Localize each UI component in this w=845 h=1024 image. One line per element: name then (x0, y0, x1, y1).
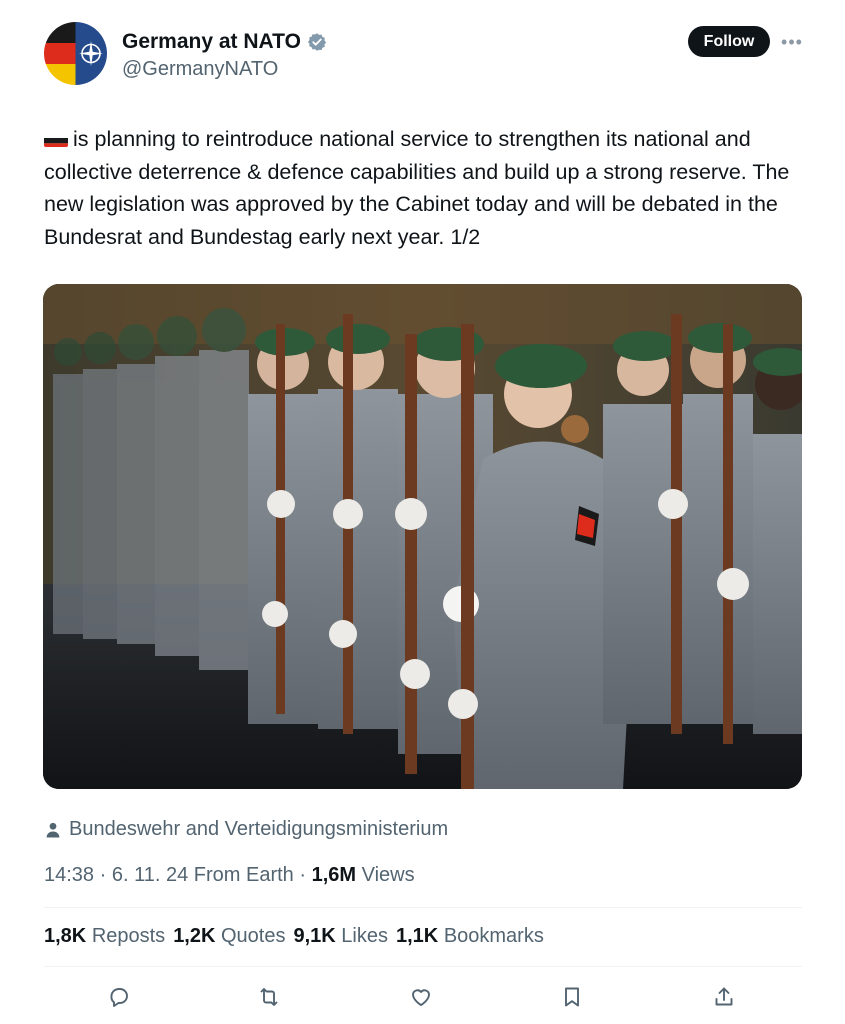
tweet-source: From Earth (193, 864, 294, 886)
tweet-text: is planning to reintroduce national serv… (44, 123, 804, 253)
author-name[interactable]: Germany at NATO (122, 30, 301, 54)
divider (44, 966, 802, 967)
quotes-label: Quotes (221, 925, 286, 947)
views-label: Views (361, 864, 415, 886)
like-icon[interactable] (406, 982, 436, 1012)
person-icon (46, 822, 60, 837)
share-icon[interactable] (709, 982, 739, 1012)
meta-separator: · (299, 864, 312, 886)
bookmark-icon[interactable] (557, 982, 587, 1012)
follow-button[interactable]: Follow (688, 26, 770, 57)
reposts-stat[interactable]: 1,8K Reposts (44, 925, 165, 948)
tweet-date[interactable]: 6. 11. 24 (112, 864, 188, 886)
tagged-label: Bundeswehr and Verteidigungsministerium (69, 818, 449, 840)
action-bar (44, 982, 802, 1012)
bookmarks-label: Bookmarks (443, 925, 544, 947)
reposts-label: Reposts (91, 925, 166, 947)
tweet-header: Germany at NATO @GermanyNATO Follow ••• (44, 22, 804, 86)
reply-icon[interactable] (104, 982, 134, 1012)
tweet-body: is planning to reintroduce national serv… (44, 127, 790, 249)
quotes-count: 1,2K (173, 925, 216, 947)
more-options-icon[interactable]: ••• (780, 30, 804, 54)
quotes-stat[interactable]: 1,2K Quotes (173, 925, 285, 948)
repost-icon[interactable] (254, 982, 284, 1012)
likes-stat[interactable]: 9,1K Likes (293, 925, 388, 948)
tagged-users[interactable]: Bundeswehr and Verteidigungsministerium (44, 818, 448, 841)
author-name-row: Germany at NATO (122, 30, 327, 54)
bookmarks-count: 1,1K (396, 925, 439, 947)
reposts-count: 1,8K (44, 925, 87, 947)
meta-separator: · (99, 864, 112, 886)
tweet-time[interactable]: 14:38 (44, 864, 94, 886)
bookmarks-stat[interactable]: 1,1K Bookmarks (396, 925, 544, 948)
germany-flag-icon (44, 131, 68, 147)
engagement-stats: 1,8K Reposts 1,2K Quotes 9,1K Likes 1,1K… (44, 925, 544, 948)
likes-count: 9,1K (293, 925, 336, 947)
avatar[interactable] (44, 22, 107, 85)
views-count: 1,6M (311, 864, 357, 886)
tweet-photo[interactable] (43, 284, 802, 789)
divider (44, 907, 802, 908)
tweet-meta: 14:38 · 6. 11. 24 From Earth · 1,6M View… (44, 864, 415, 887)
verified-badge-icon (307, 33, 327, 51)
likes-label: Likes (341, 925, 388, 947)
author-handle[interactable]: @GermanyNATO (122, 58, 278, 81)
